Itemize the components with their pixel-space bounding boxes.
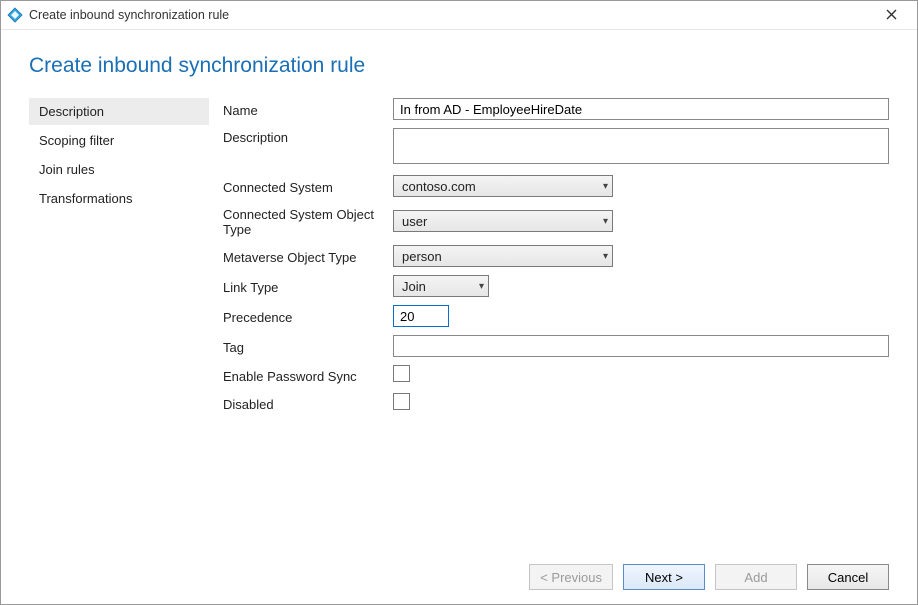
close-button[interactable] (871, 2, 911, 28)
label-cs-object-type: Connected System Object Type (223, 205, 393, 237)
tag-input[interactable] (393, 335, 889, 357)
label-connected-system: Connected System (223, 178, 393, 195)
dialog-body: Create inbound synchronization rule Desc… (1, 30, 917, 604)
disabled-checkbox[interactable] (393, 393, 410, 410)
title-bar: Create inbound synchronization rule (1, 1, 917, 30)
form-area: Name Description Connected System (219, 98, 889, 554)
nav-item-transformations[interactable]: Transformations (29, 185, 209, 212)
dialog-window: Create inbound synchronization rule Crea… (0, 0, 918, 605)
footer-buttons: < Previous Next > Add Cancel (29, 554, 889, 590)
nav-item-label: Transformations (39, 191, 132, 206)
page-heading: Create inbound synchronization rule (29, 54, 889, 78)
label-name: Name (223, 101, 393, 118)
label-precedence: Precedence (223, 308, 393, 325)
nav-item-scoping-filter[interactable]: Scoping filter (29, 127, 209, 154)
precedence-input[interactable] (393, 305, 449, 327)
nav-item-label: Join rules (39, 162, 95, 177)
link-type-dropdown[interactable]: Join ▾ (393, 275, 489, 297)
nav-item-label: Scoping filter (39, 133, 114, 148)
chevron-down-icon: ▾ (479, 281, 484, 292)
cs-object-type-dropdown[interactable]: user ▾ (393, 210, 613, 232)
nav-item-description[interactable]: Description (29, 98, 209, 125)
cancel-button[interactable]: Cancel (807, 564, 889, 590)
add-button: Add (715, 564, 797, 590)
label-mv-object-type: Metaverse Object Type (223, 248, 393, 265)
chevron-down-icon: ▾ (603, 251, 608, 262)
label-tag: Tag (223, 338, 393, 355)
connected-system-dropdown[interactable]: contoso.com ▾ (393, 175, 613, 197)
content-row: Description Scoping filter Join rules Tr… (29, 98, 889, 554)
chevron-down-icon: ▾ (603, 216, 608, 227)
side-nav: Description Scoping filter Join rules Tr… (29, 98, 219, 554)
label-link-type: Link Type (223, 278, 393, 295)
window-title: Create inbound synchronization rule (29, 8, 229, 22)
dropdown-value: person (402, 249, 442, 264)
next-button[interactable]: Next > (623, 564, 705, 590)
nav-item-join-rules[interactable]: Join rules (29, 156, 209, 183)
dropdown-value: Join (402, 279, 426, 294)
app-icon (7, 7, 23, 23)
label-description: Description (223, 128, 393, 145)
name-input[interactable] (393, 98, 889, 120)
chevron-down-icon: ▾ (603, 181, 608, 192)
enable-password-sync-checkbox[interactable] (393, 365, 410, 382)
previous-button: < Previous (529, 564, 613, 590)
description-textarea[interactable] (393, 128, 889, 164)
label-disabled: Disabled (223, 395, 393, 412)
nav-item-label: Description (39, 104, 104, 119)
mv-object-type-dropdown[interactable]: person ▾ (393, 245, 613, 267)
close-icon (886, 7, 897, 23)
label-enable-password-sync: Enable Password Sync (223, 367, 393, 384)
dropdown-value: user (402, 214, 427, 229)
dropdown-value: contoso.com (402, 179, 476, 194)
